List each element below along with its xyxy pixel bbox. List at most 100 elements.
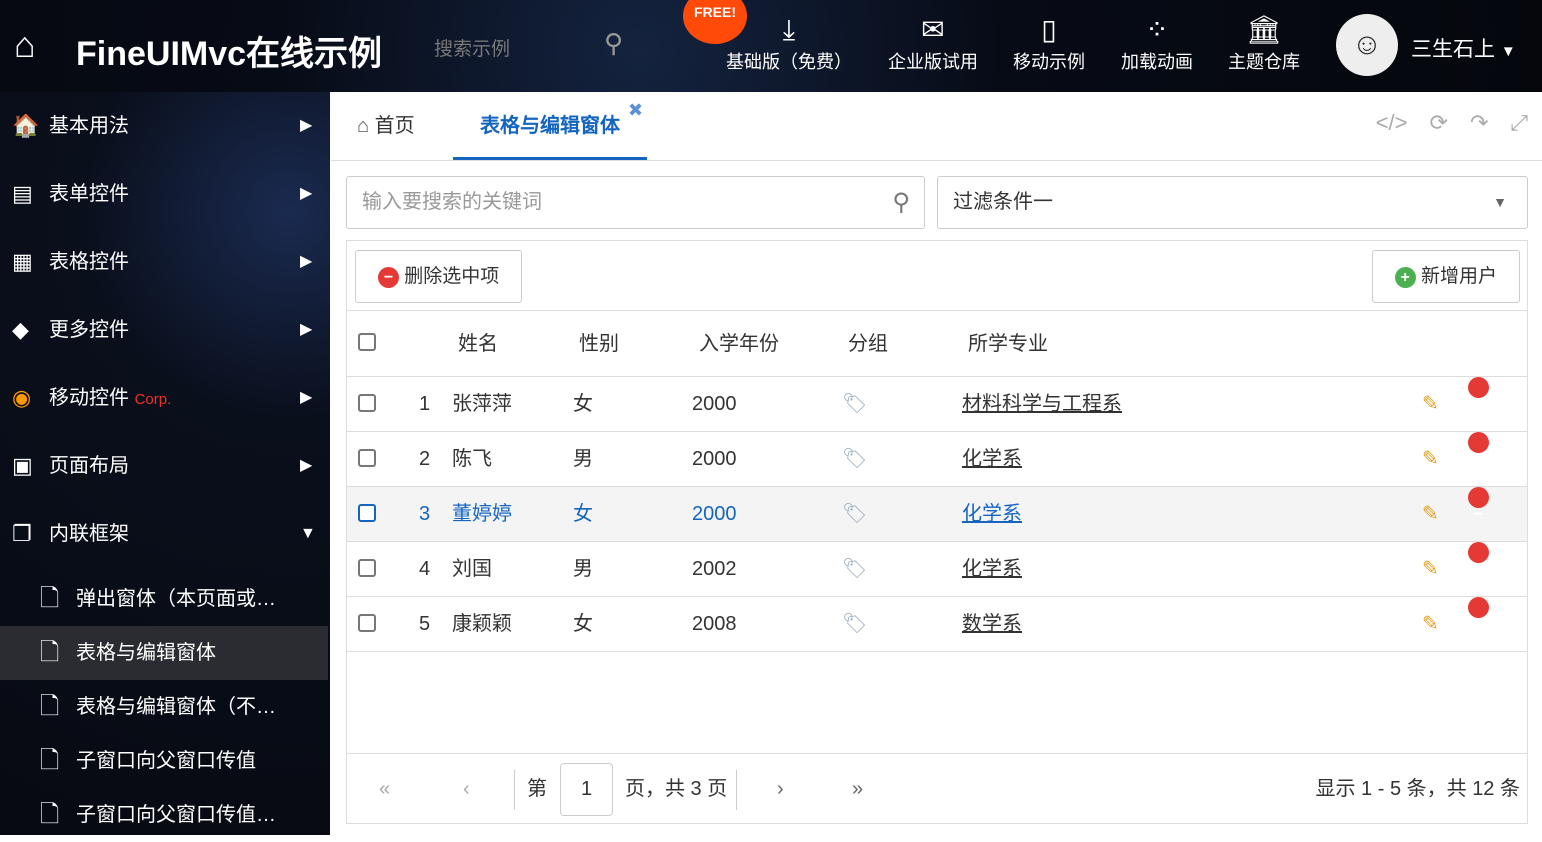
add-user-button[interactable]: + 新增用户 [1371,250,1520,303]
sidebar-item-form[interactable]: ▤ 表单控件 ▶ [0,160,330,228]
row-checkbox[interactable] [358,614,376,632]
tab-home[interactable]: ⌂ 首页 [357,92,415,160]
layout-icon: ▣ [12,453,33,478]
major-link[interactable]: 化学系 [962,487,1022,542]
caret-right-icon: ▶ [300,185,313,202]
tag-icon: 🏷 [842,448,868,470]
minus-circle-icon: − [1468,542,1489,578]
grid-header: 姓名 性别 入学年份 分组 所学专业 [347,311,1527,377]
pencil-icon[interactable]: ✎ [1422,377,1439,432]
home-icon[interactable]: ⌂ [14,24,36,66]
filter-select[interactable]: 过滤条件一 ▼ [937,176,1528,229]
caret-down-icon: ▼ [1500,43,1516,60]
row-checkbox[interactable] [358,559,376,577]
tag-icon: 🏷 [842,558,868,580]
tag-icon: 🏷 [842,613,868,635]
keyword-search-input[interactable]: 输入要搜索的关键词 ⚲ [346,176,925,229]
share-icon[interactable]: ↷ [1470,110,1488,135]
wifi-icon: ◉ [12,385,32,410]
tag-icon: 🏷 [842,393,868,415]
major-link[interactable]: 化学系 [962,432,1022,487]
file-icon: 🗋 [40,801,60,828]
blocks-icon: ◆ [12,317,29,342]
caret-right-icon: ▶ [300,253,313,270]
caret-down-icon: ▼ [300,525,316,542]
mobile-icon: ▯ [1041,14,1057,45]
pencil-icon[interactable]: ✎ [1422,432,1439,487]
sidebar-subitem[interactable]: 🗋 弹出窗体（本页面或… [0,572,328,626]
close-icon[interactable]: ✖ [628,100,643,121]
tag-icon: 🏷 [842,503,868,525]
major-link[interactable]: 数学系 [962,597,1022,652]
envelope-icon: ✉ [921,14,945,45]
caret-right-icon: ▶ [300,389,313,406]
sidebar-item-more[interactable]: ◆ 更多控件 ▶ [0,296,330,364]
select-all-checkbox[interactable] [358,333,376,351]
minus-circle-icon: − [1468,487,1489,523]
pager: « ‹ 第 1 页，共 3 页 › » 显示 1 - 5 条，共 12 条 [347,753,1527,823]
pager-summary: 显示 1 - 5 条，共 12 条 [1315,778,1521,800]
corp-badge: Corp. [134,391,172,408]
user-menu[interactable]: 三生石上 ▼ [1411,33,1516,63]
sidebar-item-grid[interactable]: ▦ 表格控件 ▶ [0,228,330,296]
user-grid: − 删除选中项 + 新增用户 姓名 性别 入学年份 分组 所学专业 1 张萍萍 … [346,240,1528,824]
table-row[interactable]: 3 董婷婷 女 2000 🏷 化学系 ✎ − [347,487,1527,542]
minus-circle-icon: − [1468,377,1489,413]
sidebar-item-basic[interactable]: 🏠 基本用法 ▶ [0,92,330,160]
nav-mobile[interactable]: ▯ 移动示例 [1013,12,1085,74]
row-checkbox[interactable] [358,449,376,467]
sidebar-subitem[interactable]: 🗋 子窗口向父窗口传值… [0,788,328,842]
nav-themes[interactable]: 🏛 主题仓库 [1228,12,1300,74]
nav-basic[interactable]: ⤓ 基础版（免费） [726,12,852,74]
sidebar-subitem-active[interactable]: 🗋 表格与编辑窗体 [0,626,328,680]
last-page-icon[interactable]: » [852,754,863,824]
file-icon: 🗋 [40,585,60,612]
caret-down-icon: ▼ [1493,194,1507,210]
expand-icon[interactable]: ⤢ [1510,110,1528,135]
bank-icon: 🏛 [1246,14,1282,45]
sidebar-subitem[interactable]: 🗋 表格与编辑窗体（不… [0,680,328,734]
caret-right-icon: ▶ [300,457,313,474]
home-icon: 🏠 [12,113,40,138]
sidebar: 🏠 基本用法 ▶ ▤ 表单控件 ▶ ▦ 表格控件 ▶ ◆ 更多控件 ▶ ◉ 移动控件 Corp. ▶… [0,92,330,835]
refresh-icon[interactable]: ⟳ [1430,110,1448,135]
nav-loading[interactable]: ⁘ 加载动画 [1121,12,1193,74]
table-row[interactable]: 5 康颖颖 女 2008 🏷 数学系 ✎ − [347,597,1527,652]
pencil-icon[interactable]: ✎ [1422,597,1439,652]
sidebar-item-iframe[interactable]: ❐ 内联框架 ▼ [0,500,330,568]
download-icon: ⤓ [782,14,796,45]
sidebar-subitem[interactable]: 🗋 子窗口向父窗口传值 [0,734,328,788]
sidebar-item-mobile[interactable]: ◉ 移动控件 Corp. ▶ [0,364,330,432]
top-header: ⌂ FineUIMvc在线示例 搜索示例 ⚲ FREE! ⤓ 基础版（免费） ✉ 企… [0,0,1542,92]
pencil-icon[interactable]: ✎ [1422,487,1439,542]
prev-page-icon[interactable]: ‹ [463,754,470,824]
form-icon: ▤ [12,181,33,206]
tab-grid-edit[interactable]: 表格与编辑窗体 [453,92,647,160]
sidebar-item-layout[interactable]: ▣ 页面布局 ▶ [0,432,330,500]
first-page-icon[interactable]: « [379,754,390,824]
header-search-input[interactable]: 搜索示例 [434,34,510,61]
app-title[interactable]: FineUIMvc在线示例 [76,26,382,75]
code-icon[interactable]: </> [1376,110,1408,135]
avatar[interactable]: ☺ [1336,14,1398,76]
home-icon: ⌂ [357,115,370,137]
next-page-icon[interactable]: › [777,754,784,824]
page-number-input[interactable]: 1 [560,763,613,816]
window-icon: ❐ [12,521,32,546]
plus-circle-icon: + [1394,267,1416,288]
table-row[interactable]: 2 陈飞 男 2000 🏷 化学系 ✎ − [347,432,1527,487]
row-checkbox[interactable] [358,504,376,522]
table-row[interactable]: 1 张萍萍 女 2000 🏷 材料科学与工程系 ✎ − [347,377,1527,432]
table-row[interactable]: 4 刘国 男 2002 🏷 化学系 ✎ − [347,542,1527,597]
delete-selected-button[interactable]: − 删除选中项 [355,250,523,303]
search-icon[interactable]: ⚲ [604,28,623,59]
pencil-icon[interactable]: ✎ [1422,542,1439,597]
search-icon[interactable]: ⚲ [892,177,910,228]
row-checkbox[interactable] [358,394,376,412]
minus-circle-icon: − [1468,432,1489,468]
spinner-icon: ⁘ [1145,14,1169,45]
major-link[interactable]: 材料科学与工程系 [962,377,1122,432]
major-link[interactable]: 化学系 [962,542,1022,597]
file-icon: 🗋 [40,747,60,774]
nav-enterprise[interactable]: ✉ 企业版试用 [888,12,978,74]
